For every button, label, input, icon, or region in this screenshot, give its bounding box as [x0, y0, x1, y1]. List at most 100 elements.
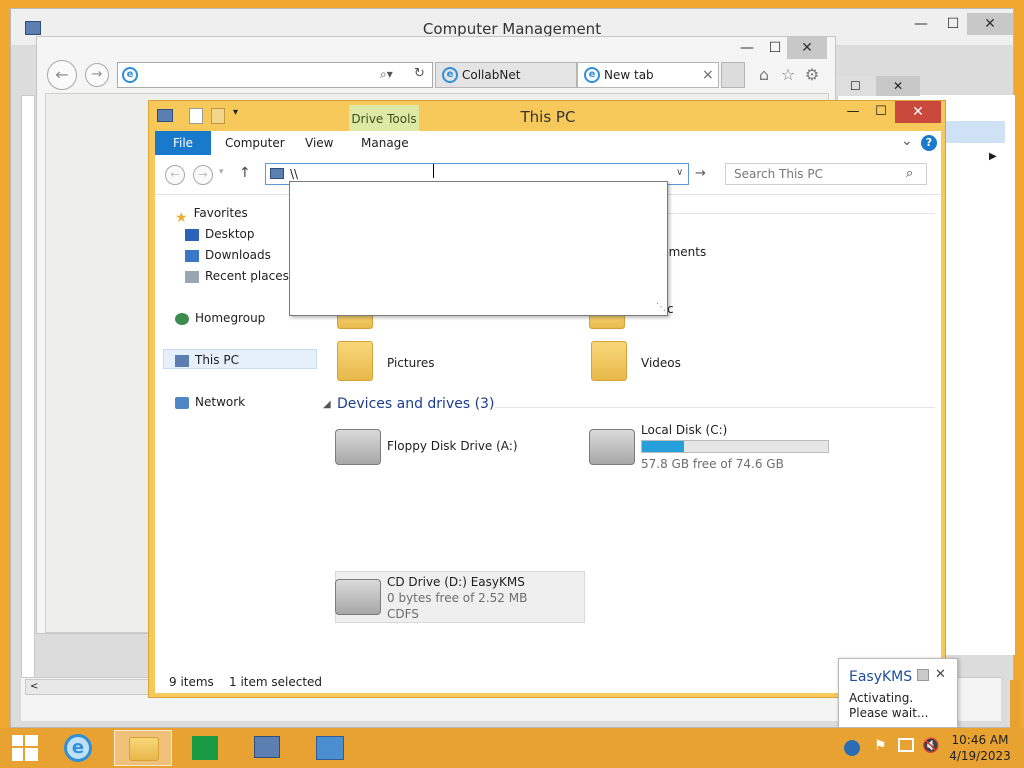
- ie-tab-label: CollabNet: [462, 68, 521, 82]
- nav-this-pc[interactable]: This PC: [175, 350, 239, 370]
- notification-balloon[interactable]: EasyKMS ✕ Activating. Please wait...: [838, 658, 958, 728]
- network-icon: [175, 396, 189, 409]
- cm-minimize-button[interactable]: —: [905, 13, 937, 35]
- windows-logo-icon: [12, 735, 38, 761]
- bg-maximize-button[interactable]: ☐: [850, 76, 861, 96]
- floppy-drive-icon[interactable]: [335, 429, 381, 465]
- up-button[interactable]: ↑: [239, 165, 251, 181]
- ribbon-tab-manage[interactable]: Manage: [347, 131, 423, 155]
- ie-tab-label: New tab: [604, 68, 654, 82]
- balloon-message: Activating. Please wait...: [849, 691, 928, 721]
- taskbar-internet-explorer[interactable]: e: [50, 730, 108, 766]
- cm-more-actions-arrow-icon[interactable]: ▶: [989, 151, 999, 163]
- ie-favorites-icon[interactable]: ☆: [777, 65, 799, 84]
- forward-button[interactable]: →: [193, 165, 213, 185]
- back-button[interactable]: ←: [165, 165, 185, 185]
- taskbar-remote-desktop[interactable]: [300, 730, 358, 766]
- cm-horizontal-scrollbar[interactable]: <: [25, 679, 165, 695]
- status-selected-count: 1 item selected: [229, 675, 323, 689]
- ie-tab-collabnet[interactable]: e CollabNet: [435, 62, 577, 88]
- search-icon[interactable]: ⌕: [906, 166, 913, 181]
- local-disk-free-space: 57.8 GB free of 74.6 GB: [641, 457, 784, 471]
- local-disk-label[interactable]: Local Disk (C:): [641, 423, 727, 437]
- section-collapse-icon[interactable]: ◢: [323, 399, 331, 410]
- ie-address-bar[interactable]: e ⌕▾ ↻: [117, 62, 433, 88]
- start-button[interactable]: [4, 730, 44, 766]
- cm-maximize-button[interactable]: ☐: [937, 13, 969, 35]
- taskbar-computer-management[interactable]: [238, 730, 296, 766]
- explorer-minimize-button[interactable]: —: [839, 101, 867, 123]
- ie-refresh-icon[interactable]: ↻: [414, 66, 425, 81]
- search-placeholder: Search This PC: [734, 167, 823, 181]
- right-edge-strip: [1010, 680, 1020, 728]
- resize-grip-icon[interactable]: ⋱: [656, 302, 666, 313]
- pictures-folder-icon[interactable]: [337, 341, 373, 381]
- ribbon-expand-icon[interactable]: ⌄: [901, 133, 913, 149]
- floppy-drive-label[interactable]: Floppy Disk Drive (A:): [387, 439, 518, 453]
- videos-folder-icon[interactable]: [591, 341, 627, 381]
- background-window-controls[interactable]: ☐ ✕: [836, 76, 920, 96]
- cm-tree-pane[interactable]: [21, 95, 35, 705]
- nav-homegroup[interactable]: Homegroup: [175, 308, 265, 328]
- balloon-app-icon: [917, 669, 929, 681]
- ie-close-button[interactable]: ✕: [787, 37, 827, 59]
- go-button[interactable]: →: [695, 166, 706, 181]
- nav-downloads[interactable]: Downloads: [185, 245, 271, 265]
- ribbon-tab-file[interactable]: File: [155, 131, 211, 155]
- nav-network[interactable]: Network: [175, 392, 245, 412]
- bg-close-button[interactable]: ✕: [876, 76, 920, 96]
- local-disk-usage-fill: [642, 441, 684, 452]
- internet-explorer-icon: e: [64, 734, 92, 762]
- network-tray-icon[interactable]: [898, 738, 914, 752]
- ribbon-tab-view[interactable]: View: [291, 131, 347, 155]
- videos-folder-label[interactable]: Videos: [641, 356, 681, 370]
- ie-back-button[interactable]: ←: [47, 60, 77, 90]
- ie-tab-new-tab[interactable]: e New tab ×: [577, 62, 719, 88]
- nav-label: Network: [195, 395, 246, 409]
- ribbon-tab-computer[interactable]: Computer: [211, 131, 299, 155]
- taskbar: e ⚑ 🔇 10:46 AM 4/19/2023: [0, 728, 1024, 768]
- ie-tab-close-icon[interactable]: ×: [702, 63, 714, 87]
- nav-label: Homegroup: [195, 311, 266, 325]
- cd-drive-label[interactable]: CD Drive (D:) EasyKMS: [387, 575, 525, 589]
- easykms-tray-icon[interactable]: [844, 740, 860, 756]
- this-pc-icon: [175, 354, 189, 367]
- status-item-count: 9 items: [169, 675, 214, 689]
- ie-search-dropdown-icon[interactable]: ⌕▾: [380, 67, 393, 82]
- status-bar: 9 items 1 item selected: [155, 671, 941, 693]
- ie-settings-icon[interactable]: ⚙: [801, 65, 823, 84]
- ie-forward-button[interactable]: →: [85, 63, 109, 87]
- nav-label: This PC: [195, 353, 239, 367]
- nav-recent-places[interactable]: Recent places: [185, 266, 289, 286]
- cd-drive-icon[interactable]: [335, 579, 381, 615]
- search-input[interactable]: Search This PC ⌕: [725, 163, 927, 185]
- balloon-title: EasyKMS: [849, 669, 913, 685]
- local-disk-icon[interactable]: [589, 429, 635, 465]
- nav-label: Favorites: [193, 206, 248, 220]
- cm-close-button[interactable]: ✕: [967, 13, 1013, 35]
- ie-home-icon[interactable]: ⌂: [753, 65, 775, 84]
- explorer-maximize-button[interactable]: ☐: [867, 101, 895, 123]
- address-autocomplete-dropdown[interactable]: ⋱: [289, 181, 668, 316]
- taskbar-clock[interactable]: 10:46 AM 4/19/2023: [944, 732, 1016, 764]
- devices-section-header[interactable]: Devices and drives (3): [337, 396, 494, 412]
- help-icon[interactable]: ?: [921, 135, 937, 151]
- taskbar-store[interactable]: [176, 730, 234, 766]
- homegroup-icon: [175, 312, 189, 325]
- address-dropdown-icon[interactable]: ∨: [676, 167, 683, 178]
- ie-new-tab-button[interactable]: [721, 62, 745, 88]
- taskbar-file-explorer[interactable]: [114, 730, 172, 766]
- remote-desktop-icon: [316, 736, 344, 760]
- clock-date: 4/19/2023: [949, 749, 1011, 763]
- store-icon: [192, 736, 218, 760]
- nav-desktop[interactable]: Desktop: [185, 224, 255, 244]
- ie-page-icon: e: [122, 67, 138, 83]
- balloon-close-button[interactable]: ✕: [935, 667, 946, 682]
- clock-time: 10:46 AM: [951, 733, 1009, 747]
- volume-muted-icon[interactable]: 🔇: [922, 738, 939, 754]
- action-center-flag-icon[interactable]: ⚑: [874, 738, 887, 754]
- pictures-folder-label[interactable]: Pictures: [387, 356, 435, 370]
- recent-locations-icon[interactable]: ▾: [219, 167, 224, 177]
- explorer-close-button[interactable]: ✕: [895, 101, 941, 123]
- nav-favorites[interactable]: ★ Favorites: [175, 203, 248, 226]
